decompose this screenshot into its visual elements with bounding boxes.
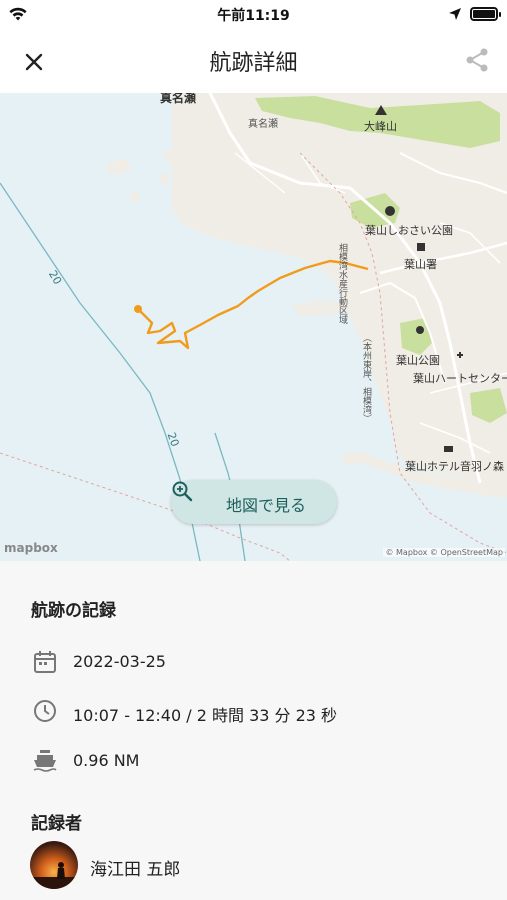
track-distance: 0.96 NM [73, 751, 140, 770]
map-label-police: 葉山署 [404, 258, 437, 271]
track-start-point [134, 305, 142, 313]
map-label-manase: 真名瀬 [248, 119, 278, 130]
map-label-heart-center: 葉山ハートセンター [413, 372, 507, 385]
island [158, 173, 170, 185]
map-label-sea-zone-note: （本州東岸、相模湾） [361, 333, 371, 423]
battery-icon [470, 7, 501, 21]
depth-contour [0, 182, 201, 561]
zoom-in-icon [172, 481, 193, 502]
boat-icon [33, 750, 57, 772]
map-label-hayama-park: 葉山公園 [396, 354, 440, 367]
calendar-icon [34, 651, 56, 673]
park-icon [416, 326, 424, 334]
map-label-sea-zone: 相模湾水産行動区域 [337, 243, 347, 324]
status-bar: 午前11:19 [0, 0, 507, 28]
location-arrow-icon [449, 8, 461, 20]
track-details: 航跡の記録 2022-03-25 10:07 - 12:40 / 2 時間 33… [0, 561, 507, 900]
nav-bar: 航跡詳細 [0, 28, 507, 93]
park-icon [385, 206, 395, 216]
hotel-icon [444, 446, 453, 452]
island [130, 191, 140, 203]
page-title: 航跡詳細 [209, 51, 298, 76]
map-view[interactable]: 真名瀬 真名瀬 大峰山 葉山しおさい公園 葉山署 葉山公園 葉山ハートセンター … [0, 93, 507, 561]
clock-icon [34, 700, 56, 722]
section-title-track-record: 航跡の記録 [31, 601, 116, 621]
map-label-osai-park: 葉山しおさい公園 [365, 224, 453, 237]
track-date: 2022-03-25 [73, 652, 166, 671]
track-time-range: 10:07 - 12:40 / 2 時間 33 分 23 秒 [73, 706, 338, 725]
view-on-map-label: 地図で見る [226, 496, 307, 515]
avatar[interactable] [30, 841, 78, 889]
section-title-recorder: 記録者 [31, 814, 82, 834]
status-time: 午前11:19 [217, 8, 290, 24]
map-attribution[interactable]: © Mapbox © OpenStreetMap [383, 548, 505, 557]
view-on-map-button[interactable]: 地図で見る [171, 480, 337, 524]
share-button[interactable] [461, 44, 493, 76]
map-label-hotel: 葉山ホテル音羽ノ森 [405, 460, 504, 473]
mapbox-logo: mapbox [4, 541, 58, 555]
map-label-top: 真名瀬 [160, 93, 197, 105]
island [107, 158, 132, 175]
recorder-name: 海江田 五郎 [90, 860, 181, 880]
map-label-oomine: 大峰山 [364, 120, 397, 133]
police-icon [417, 243, 425, 251]
